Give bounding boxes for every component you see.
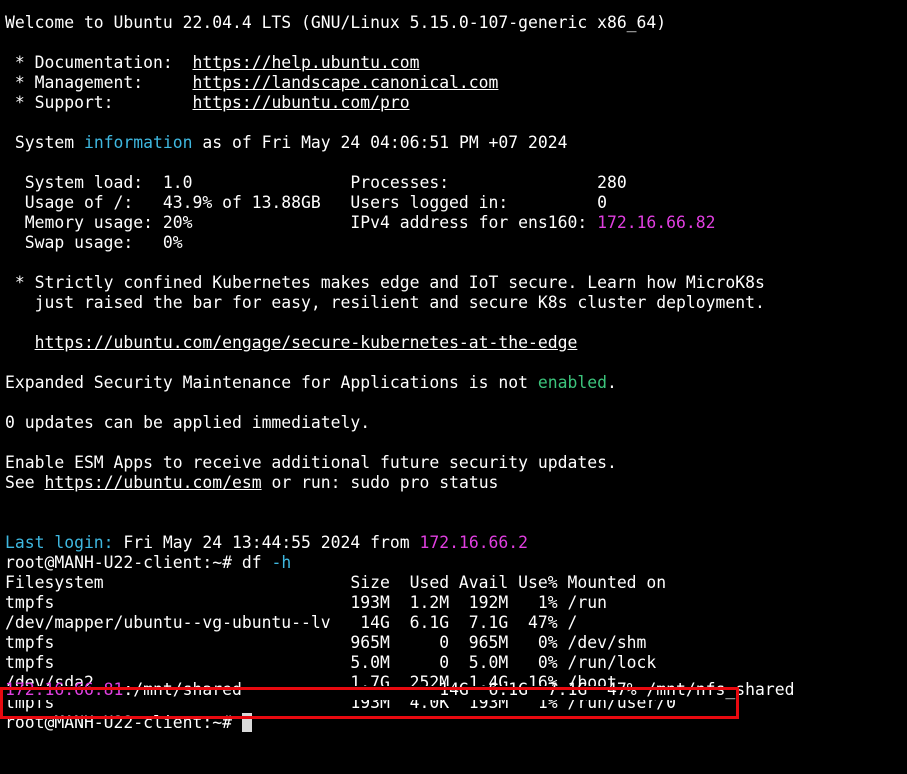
- system-info-keyword: information: [83, 133, 193, 152]
- see-esm-line: See https://ubuntu.com/esm or run: sudo …: [5, 473, 907, 493]
- documentation-line: * Documentation: https://help.ubuntu.com: [5, 53, 907, 73]
- ipv4-address: 172.16.66.82: [597, 213, 716, 232]
- command-line: root@MANH-U22-client:~# df -h: [5, 553, 907, 573]
- system-info-prefix: System: [5, 133, 84, 152]
- updates-line: 0 updates can be applied immediately.: [5, 413, 371, 432]
- management-line: * Management: https://landscape.canonica…: [5, 73, 907, 93]
- df-row: /dev/mapper/ubuntu--vg-ubuntu--lv 14G 6.…: [5, 613, 578, 632]
- df-row: tmpfs 193M 1.2M 192M 1% /run: [5, 593, 607, 612]
- documentation-label: * Documentation:: [5, 53, 193, 72]
- text-cursor: [241, 713, 252, 732]
- see-prefix: See: [5, 473, 45, 492]
- df-row-last-text: tmpfs 193M 4.0K 193M 1% /run/user/0: [5, 700, 677, 712]
- management-label: * Management:: [5, 73, 193, 92]
- esm-suffix: .: [606, 373, 617, 392]
- k8s-url-line: https://ubuntu.com/engage/secure-kuberne…: [5, 333, 907, 353]
- management-link[interactable]: https://landscape.canonical.com: [193, 73, 499, 92]
- k8s-line-2: just raised the bar for easy, resilient …: [5, 293, 765, 312]
- sysinfo-row-2: Usage of /: 43.9% of 13.88GB Users logge…: [5, 193, 607, 212]
- terminal-window[interactable]: Welcome to Ubuntu 22.04.4 LTS (GNU/Linux…: [0, 0, 907, 774]
- last-login-date: Fri May 24 13:44:55 2024 from: [113, 533, 420, 552]
- sysinfo-row-1: System load: 1.0 Processes: 280: [5, 173, 627, 192]
- df-row: tmpfs 5.0M 0 5.0M 0% /run/lock: [5, 653, 657, 672]
- k8s-line-1: * Strictly confined Kubernetes makes edg…: [5, 273, 765, 292]
- shell-prompt: root@MANH-U22-client:~#: [5, 713, 242, 732]
- df-header: Filesystem Size Used Avail Use% Mounted …: [5, 573, 667, 592]
- final-prompt-line[interactable]: root@MANH-U22-client:~#: [5, 713, 907, 733]
- system-info-heading: System information as of Fri May 24 04:0…: [5, 133, 907, 153]
- last-login-ip: 172.16.66.2: [419, 533, 529, 552]
- last-login-label: Last login:: [5, 533, 114, 552]
- welcome-line: Welcome to Ubuntu 22.04.4 LTS (GNU/Linux…: [5, 13, 667, 32]
- nfs-server-ip: 172.16.66.81: [5, 680, 124, 699]
- df-row: tmpfs 965M 0 965M 0% /dev/shm: [5, 633, 647, 652]
- shell-prompt: root@MANH-U22-client:~#: [5, 553, 242, 572]
- esm-line: Expanded Security Maintenance for Applic…: [5, 373, 907, 393]
- command-name: df: [241, 553, 262, 572]
- system-info-date: as of Fri May 24 04:06:51 PM +07 2024: [192, 133, 568, 152]
- df-row: tmpfs 193M 4.0K 193M 1% /run/user/0: [5, 700, 907, 713]
- command-flag: -h: [271, 553, 292, 572]
- sysinfo-row-4: Swap usage: 0%: [5, 233, 183, 252]
- k8s-url-indent: [5, 333, 35, 352]
- enable-esm-line: Enable ESM Apps to receive additional fu…: [5, 453, 617, 472]
- df-row-nfs: 172.16.66.81:/mnt/shared 14G 6.1G 7.1G 4…: [5, 680, 907, 700]
- support-line: * Support: https://ubuntu.com/pro: [5, 93, 907, 113]
- last-login-line: Last login: Fri May 24 13:44:55 2024 fro…: [5, 533, 907, 553]
- esm-link[interactable]: https://ubuntu.com/esm: [44, 473, 261, 492]
- support-link[interactable]: https://ubuntu.com/pro: [193, 93, 410, 112]
- nfs-row-rest: :/mnt/shared 14G 6.1G 7.1G 47% /mnt/nfs_…: [123, 680, 795, 699]
- documentation-link[interactable]: https://help.ubuntu.com: [193, 53, 420, 72]
- sysinfo-row-3-text: Memory usage: 20% IPv4 address for ens16…: [5, 213, 598, 232]
- k8s-link[interactable]: https://ubuntu.com/engage/secure-kuberne…: [35, 333, 578, 352]
- support-label: * Support:: [5, 93, 193, 112]
- esm-enabled-word: enabled: [537, 373, 607, 392]
- see-suffix: or run: sudo pro status: [261, 473, 499, 492]
- esm-prefix: Expanded Security Maintenance for Applic…: [5, 373, 538, 392]
- sysinfo-row-3: Memory usage: 20% IPv4 address for ens16…: [5, 213, 907, 233]
